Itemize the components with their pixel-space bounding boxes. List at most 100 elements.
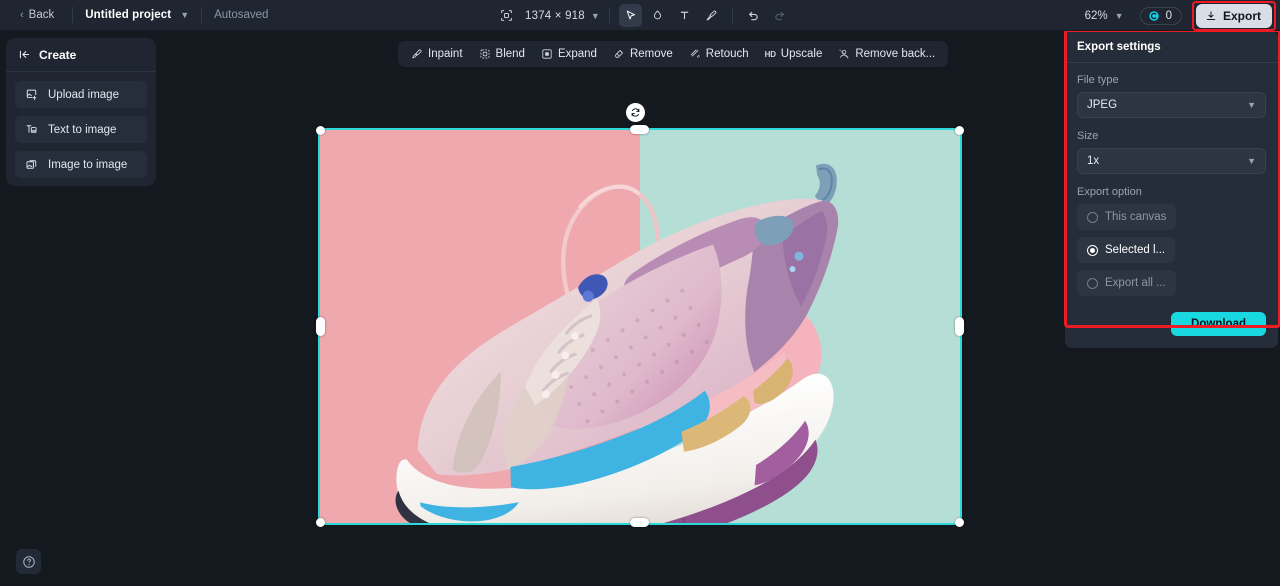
sidebar-collapse-button[interactable]: Create [6,38,156,72]
select-tool[interactable] [618,4,642,27]
divider [72,7,74,23]
divider [1065,62,1278,63]
selection-handle-bottom-right[interactable] [955,518,964,527]
toolbar-item-retouch[interactable]: Retouch [682,44,756,64]
undo-button[interactable] [742,4,765,27]
help-icon [22,555,35,568]
selection-handle-left[interactable] [316,317,325,336]
sidebar-item-label: Image to image [48,158,128,171]
file-type-label: File type [1077,74,1119,86]
export-label: Export [1222,8,1261,23]
credits-count: 0 [1165,9,1172,22]
retouch-icon [690,49,700,58]
canvas-image[interactable] [318,128,962,525]
radio-icon [1087,211,1098,223]
toolbar-item-blend[interactable]: Blend [472,44,532,64]
brush-tool[interactable] [700,4,723,27]
size-select[interactable]: 1x ▼ [1077,148,1266,174]
credits-badge[interactable]: 0 [1139,6,1182,25]
export-panel-footer: Download [1077,312,1266,336]
selection-handle-top-right[interactable] [955,126,964,135]
image-to-image-icon [26,160,37,169]
toolbar-item-remove[interactable]: Remove [606,44,680,64]
size-value: 1x [1087,155,1100,167]
toolbar-item-upscale[interactable]: HD Upscale [758,44,830,64]
sidebar-title: Create [39,47,77,62]
sneaker-illustration [395,163,839,523]
file-type-value: JPEG [1087,99,1118,111]
toolbar-label: Retouch [705,48,749,60]
size-label: Size [1077,130,1099,142]
selection-handle-bottom-left[interactable] [316,518,325,527]
tool-group: 1374 × 918 ▼ [495,0,792,31]
toolbar-item-expand[interactable]: Expand [534,44,604,64]
text-tool[interactable] [673,4,696,27]
back-label: Back [28,9,55,21]
credit-token-icon [1148,10,1159,21]
file-type-select[interactable]: JPEG ▼ [1077,92,1266,118]
toolbar-item-remove-background[interactable]: Remove back... [831,44,942,64]
canvas-dimensions: 1374 × 918 [525,9,585,22]
canvas-selection[interactable] [316,99,964,527]
chevron-down-icon: ▼ [1247,156,1256,166]
chevron-down-icon: ▼ [1247,100,1256,110]
expand-icon [542,49,552,59]
divider [731,8,733,23]
export-option-group: This canvas Selected l... Export all ... [1077,204,1266,296]
radio-icon-selected [1087,244,1098,256]
export-settings-panel: Export settings File type JPEG ▼ Size 1x… [1065,31,1278,348]
zoom-level: 62% [1084,9,1108,22]
top-bar: ‹ Back Untitled project ▼ Autosaved 1374… [0,0,1280,31]
sidebar-item-image-to-image[interactable]: Image to image [15,151,147,178]
sidebar-item-text-to-image[interactable]: Text to image [15,116,147,143]
sidebar-item-upload-image[interactable]: Upload image [15,81,147,108]
selection-handle-top[interactable] [630,125,649,134]
rotate-handle[interactable] [626,103,645,122]
export-option-this-canvas[interactable]: This canvas [1077,204,1177,230]
toolbar-label: Inpaint [428,48,463,60]
blend-icon [480,49,489,59]
redo-button[interactable] [769,4,792,27]
option-label: This canvas [1105,211,1167,223]
selection-handle-bottom[interactable] [630,518,649,527]
upload-image-icon [26,89,37,100]
chevron-down-icon[interactable]: ▼ [591,11,600,21]
remove-background-icon [839,49,849,59]
collapse-left-icon [19,50,30,59]
autosaved-status: Autosaved [214,9,269,21]
toolbar-label: Expand [557,48,597,60]
hd-icon: HD [764,49,776,59]
canvas-toolbar: Inpaint Blend Expand Remove Retouch HD U… [398,41,949,67]
back-button[interactable]: ‹ Back [14,6,60,24]
app-root: ‹ Back Untitled project ▼ Autosaved 1374… [0,0,1280,586]
selection-handle-right[interactable] [955,317,964,336]
export-option-label: Export option [1077,186,1142,198]
rotate-icon [631,108,640,117]
toolbar-item-inpaint[interactable]: Inpaint [404,44,470,64]
remove-icon [615,50,623,58]
divider [608,8,610,23]
project-name: Untitled project [85,9,172,21]
top-bar-right: 62% ▼ 0 Export [1084,0,1276,31]
help-button[interactable] [16,549,41,574]
mask-tool[interactable] [646,4,669,27]
chevron-down-icon[interactable]: ▼ [1115,11,1124,21]
top-bar-left: ‹ Back Untitled project ▼ Autosaved [0,6,268,24]
sidebar-item-label: Upload image [48,88,119,101]
export-option-export-all[interactable]: Export all ... [1077,270,1176,296]
download-button[interactable]: Download [1171,312,1266,336]
chevron-down-icon[interactable]: ▼ [180,10,189,20]
divider [201,7,203,23]
radio-icon [1087,277,1098,289]
toolbar-label: Upscale [780,48,823,60]
selection-handle-top-left[interactable] [316,126,325,135]
crop-icon[interactable] [495,4,518,27]
download-icon [1206,10,1216,20]
export-option-selected-layer[interactable]: Selected l... [1077,237,1176,263]
export-button-wrapper: Export [1191,0,1276,31]
export-button[interactable]: Export [1195,3,1272,28]
option-label: Selected l... [1105,244,1166,256]
inpaint-icon [412,49,422,59]
sidebar-item-label: Text to image [48,123,117,136]
sidebar-items: Upload image Text to image Image to imag… [6,72,156,178]
